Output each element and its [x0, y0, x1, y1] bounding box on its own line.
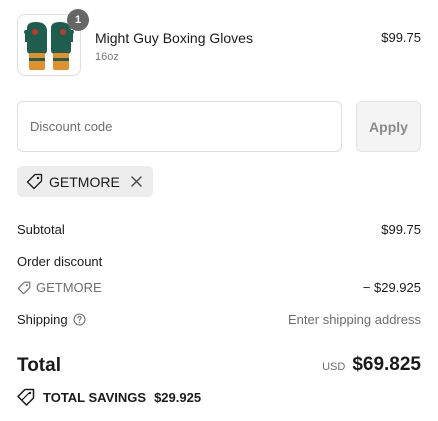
savings-label: TOTAL SAVINGS [43, 389, 147, 405]
product-variant: 16oz [95, 51, 119, 63]
total-amount: USD $69.825 [322, 354, 421, 376]
product-price: $99.75 [381, 30, 421, 45]
product-thumbnail: 1 [17, 9, 89, 76]
discount-code-input[interactable] [17, 101, 342, 152]
tag-icon [26, 173, 43, 190]
savings-tag-icon [17, 388, 35, 406]
cart-line-item: 1 Might Guy Boxing Gloves 16oz $99.75 [17, 9, 421, 76]
shipping-label: Shipping [17, 312, 68, 327]
total-label: Total [17, 355, 61, 376]
savings-value: $29.925 [154, 389, 202, 405]
apply-discount-button[interactable]: Apply [356, 101, 421, 152]
applied-code-label: GETMORE [49, 173, 120, 190]
total-savings: TOTAL SAVINGS $29.925 [17, 388, 201, 406]
product-title: Might Guy Boxing Gloves [95, 30, 253, 46]
order-discount-value: − $29.925 [362, 280, 421, 295]
quantity-badge: 1 [67, 9, 89, 31]
order-discount-code: GETMORE [17, 280, 102, 295]
total-currency: USD [322, 361, 346, 373]
close-icon[interactable] [130, 175, 144, 189]
subtotal-label: Subtotal [17, 222, 65, 237]
subtotal-value: $99.75 [381, 222, 421, 237]
applied-discount-chip: GETMORE [17, 166, 153, 197]
help-circle-icon[interactable] [73, 313, 86, 326]
tag-icon [17, 281, 31, 295]
shipping-value: Enter shipping address [288, 312, 421, 327]
total-value: $69.825 [352, 354, 421, 375]
order-discount-label: Order discount [17, 254, 103, 269]
shipping-label-row: Shipping [17, 312, 86, 327]
order-discount-code-label: GETMORE [36, 280, 102, 295]
boxing-gloves-image [24, 22, 74, 70]
